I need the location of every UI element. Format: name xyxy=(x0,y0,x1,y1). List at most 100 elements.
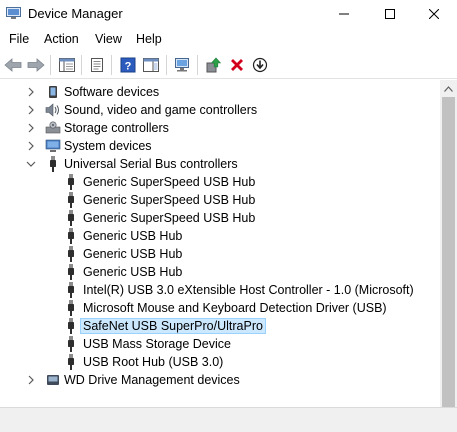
vertical-scrollbar[interactable] xyxy=(440,80,457,407)
toolbar-separator xyxy=(81,55,82,75)
usb-icon xyxy=(63,300,79,316)
menu-bar: File Action View Help xyxy=(0,28,457,50)
chevron-right-icon[interactable] xyxy=(26,374,36,386)
device-tree[interactable]: Software devices Sound, video and game co… xyxy=(0,80,440,407)
usb-icon xyxy=(63,246,79,262)
usb-icon xyxy=(63,336,79,352)
tree-item-label: USB Root Hub (USB 3.0) xyxy=(83,355,224,369)
toolbar-separator xyxy=(166,55,167,75)
help-button[interactable]: ? xyxy=(117,54,139,76)
scan-hardware-icon xyxy=(175,58,189,72)
tree-item-device[interactable]: Intel(R) USB 3.0 eXtensible Host Control… xyxy=(0,281,440,299)
tree-item-label: Generic SuperSpeed USB Hub xyxy=(83,175,256,189)
speaker-icon xyxy=(45,102,61,118)
menu-file[interactable]: File xyxy=(9,32,29,46)
update-driver-icon xyxy=(206,57,221,73)
tree-item-device[interactable]: Generic SuperSpeed USB Hub xyxy=(0,191,440,209)
chevron-up-icon xyxy=(444,85,453,92)
usb-icon xyxy=(63,174,79,190)
title-bar[interactable]: Device Manager xyxy=(0,0,457,28)
maximize-button[interactable] xyxy=(367,0,413,28)
usb-icon xyxy=(63,192,79,208)
tree-item-device[interactable]: Generic USB Hub xyxy=(0,227,440,245)
tree-item-label: Storage controllers xyxy=(64,121,169,135)
tree-item-label: Software devices xyxy=(64,85,160,99)
show-hide-console-tree-button[interactable] xyxy=(56,54,78,76)
menu-action[interactable]: Action xyxy=(44,32,79,46)
close-button[interactable] xyxy=(411,0,457,28)
tree-item-label: Generic USB Hub xyxy=(83,265,183,279)
uninstall-button[interactable] xyxy=(226,54,248,76)
maximize-icon xyxy=(385,9,395,19)
chevron-down-icon[interactable] xyxy=(26,158,36,170)
tree-item-category[interactable]: WD Drive Management devices xyxy=(0,371,440,389)
tree-item-device[interactable]: Generic USB Hub xyxy=(0,245,440,263)
tree-item-category[interactable]: System devices xyxy=(0,137,440,155)
back-button[interactable] xyxy=(2,54,24,76)
tree-item-label: Sound, video and game controllers xyxy=(64,103,258,117)
forward-button[interactable] xyxy=(25,54,47,76)
chevron-right-icon[interactable] xyxy=(26,104,36,116)
tree-item-label: Microsoft Mouse and Keyboard Detection D… xyxy=(83,301,387,315)
usb-icon xyxy=(45,156,61,172)
tree-item-category[interactable]: Software devices xyxy=(0,83,440,101)
tree-item-category[interactable]: Sound, video and game controllers xyxy=(0,101,440,119)
minimize-button[interactable] xyxy=(321,0,367,28)
tree-item-category[interactable]: Storage controllers xyxy=(0,119,440,137)
scan-hardware-button[interactable] xyxy=(171,54,193,76)
tree-item-label: WD Drive Management devices xyxy=(64,373,240,387)
properties-icon xyxy=(91,58,103,72)
properties-button[interactable] xyxy=(86,54,108,76)
usb-icon xyxy=(63,264,79,280)
status-bar xyxy=(0,407,457,432)
action-pane-button[interactable] xyxy=(140,54,162,76)
tree-item-label: Generic USB Hub xyxy=(83,229,183,243)
chevron-right-icon[interactable] xyxy=(26,86,36,98)
toolbar-separator xyxy=(197,55,198,75)
tree-item-device[interactable]: USB Mass Storage Device xyxy=(0,335,440,353)
toolbar: ? xyxy=(0,51,457,79)
usb-icon xyxy=(63,210,79,226)
scroll-thumb[interactable] xyxy=(442,97,455,407)
uninstall-icon xyxy=(231,59,243,71)
menu-help[interactable]: Help xyxy=(136,32,162,46)
usb-icon xyxy=(63,318,79,334)
tree-item-label: System devices xyxy=(64,139,152,153)
tree-item-label: SafeNet USB SuperPro/UltraPro xyxy=(80,318,266,334)
tree-item-device[interactable]: Generic USB Hub xyxy=(0,263,440,281)
update-driver-button[interactable] xyxy=(202,54,224,76)
tree-item-device[interactable]: USB Root Hub (USB 3.0) xyxy=(0,353,440,371)
back-icon xyxy=(4,58,22,72)
close-icon xyxy=(429,9,439,19)
usb-icon xyxy=(63,282,79,298)
tree-item-device[interactable]: Generic SuperSpeed USB Hub xyxy=(0,173,440,191)
storage-controller-icon xyxy=(45,120,61,136)
tree-item-label: Universal Serial Bus controllers xyxy=(64,157,238,171)
window-title: Device Manager xyxy=(28,6,123,21)
tree-item-label: Generic USB Hub xyxy=(83,247,183,261)
tree-item-device[interactable]: Microsoft Mouse and Keyboard Detection D… xyxy=(0,299,440,317)
menu-view[interactable]: View xyxy=(95,32,122,46)
tree-item-label: Generic SuperSpeed USB Hub xyxy=(83,193,256,207)
tree-item-label: Intel(R) USB 3.0 eXtensible Host Control… xyxy=(83,283,414,297)
minimize-icon xyxy=(339,13,349,15)
forward-icon xyxy=(27,58,45,72)
system-devices-icon xyxy=(45,138,61,154)
scroll-up-button[interactable] xyxy=(440,80,457,97)
help-icon: ? xyxy=(120,57,136,73)
svg-text:?: ? xyxy=(125,61,132,73)
toolbar-separator xyxy=(111,55,112,75)
usb-icon xyxy=(63,228,79,244)
tree-item-device[interactable]: Generic SuperSpeed USB Hub xyxy=(0,209,440,227)
disable-button[interactable] xyxy=(249,54,271,76)
show-hide-console-tree-icon xyxy=(59,58,75,72)
chevron-right-icon[interactable] xyxy=(26,122,36,134)
disable-icon xyxy=(252,57,268,73)
tree-item-device[interactable]: SafeNet USB SuperPro/UltraPro xyxy=(0,317,440,335)
chevron-right-icon[interactable] xyxy=(26,140,36,152)
tree-item-category[interactable]: Universal Serial Bus controllers xyxy=(0,155,440,173)
tree-item-label: USB Mass Storage Device xyxy=(83,337,231,351)
toolbar-separator xyxy=(50,55,51,75)
wd-device-icon xyxy=(45,372,61,388)
device-manager-icon xyxy=(6,7,21,20)
